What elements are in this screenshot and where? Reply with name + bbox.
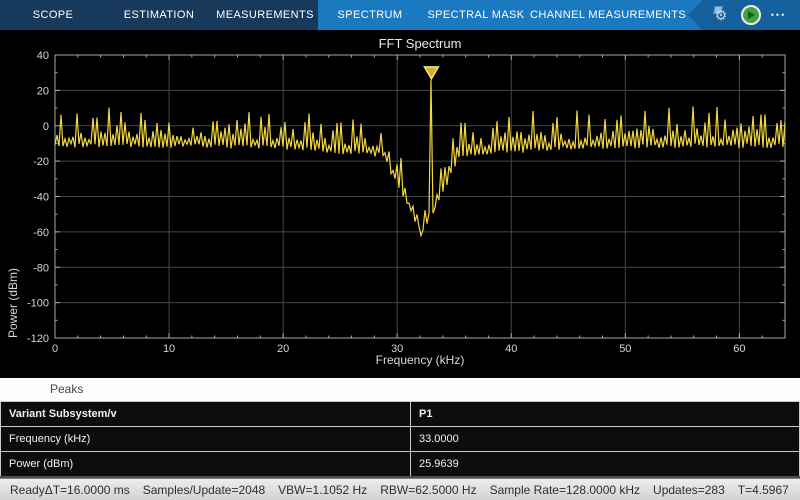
status-rbw: RBW=62.5000 Hz (380, 483, 476, 497)
quick-access-banner: ⚙ ••• (688, 0, 800, 30)
y-tick-label: 0 (43, 121, 49, 133)
peak-marker[interactable] (424, 67, 438, 79)
tab-spectrum[interactable]: SPECTRUM (318, 0, 422, 30)
y-tick-label: 20 (37, 85, 49, 97)
status-sample-rate: Sample Rate=128.0000 kHz (490, 483, 640, 497)
y-tick-label: -40 (33, 192, 49, 204)
y-tick-label: -100 (27, 298, 49, 310)
peaks-panel: Peaks Variant Subsystem/v P1 Frequency (… (0, 378, 800, 479)
table-row: Frequency (kHz) 33.0000 (1, 427, 800, 452)
peaks-table: Variant Subsystem/v P1 Frequency (kHz) 3… (0, 401, 800, 479)
status-delta-t: ΔT=16.0000 ms (45, 483, 130, 497)
x-tick-label: 50 (619, 343, 631, 355)
run-play-button[interactable] (741, 5, 761, 25)
status-updates: Updates=283 (653, 483, 725, 497)
x-tick-label: 30 (391, 343, 403, 355)
x-tick-label: 60 (733, 343, 745, 355)
play-icon (748, 11, 755, 19)
peaks-column-signal: Variant Subsystem/v (1, 402, 411, 427)
peak-frequency-label: Frequency (kHz) (1, 427, 411, 452)
table-row: Power (dBm) 25.9639 (1, 452, 800, 478)
status-state: Ready (10, 483, 45, 497)
x-tick-label: 0 (52, 343, 58, 355)
peak-frequency-value: 33.0000 (411, 427, 800, 452)
tab-estimation[interactable]: ESTIMATION (106, 0, 212, 30)
status-bar: Ready ΔT=16.0000 ms Samples/Update=2048 … (0, 478, 800, 500)
peak-power-label: Power (dBm) (1, 452, 411, 478)
peak-power-value: 25.9639 (411, 452, 800, 478)
spectrum-trace (55, 80, 785, 236)
tab-spectral-mask[interactable]: SPECTRAL MASK (422, 0, 530, 30)
y-tick-label: 40 (37, 50, 49, 62)
peaks-table-header-row: Variant Subsystem/v P1 (1, 402, 800, 427)
x-tick-label: 40 (505, 343, 517, 355)
x-tick-label: 20 (277, 343, 289, 355)
status-samples-per-update: Samples/Update=2048 (143, 483, 265, 497)
y-tick-label: -80 (33, 262, 49, 274)
more-options-button[interactable]: ••• (771, 0, 786, 30)
tab-measurements[interactable]: MEASUREMENTS (212, 0, 318, 30)
toolstrip-tabbar: SCOPE ESTIMATION MEASUREMENTS SPECTRUM S… (0, 0, 800, 30)
settings-gear-icon[interactable]: ⚙ (714, 6, 731, 24)
status-time: T=4.5967 (738, 483, 789, 497)
spectrum-chart: FFT Spectrum Power (dBm) Frequency (kHz)… (0, 30, 800, 378)
plot-surface[interactable]: 0 10 20 30 40 50 60 40 20 0 -20 -40 -60 -80 -100 -120 (0, 30, 800, 378)
x-tick-label: 10 (163, 343, 175, 355)
status-vbw: VBW=1.1052 Hz (278, 483, 367, 497)
y-tick-label: -20 (33, 156, 49, 168)
tab-channel-measurements[interactable]: CHANNEL MEASUREMENTS (530, 0, 682, 30)
y-tick-label: -60 (33, 227, 49, 239)
spectrum-analyzer-window: SCOPE ESTIMATION MEASUREMENTS SPECTRUM S… (0, 0, 800, 500)
y-tick-label: -120 (27, 333, 49, 345)
tab-scope[interactable]: SCOPE (0, 0, 106, 30)
peaks-panel-header[interactable]: Peaks (0, 378, 800, 401)
peaks-column-p1: P1 (411, 402, 800, 427)
